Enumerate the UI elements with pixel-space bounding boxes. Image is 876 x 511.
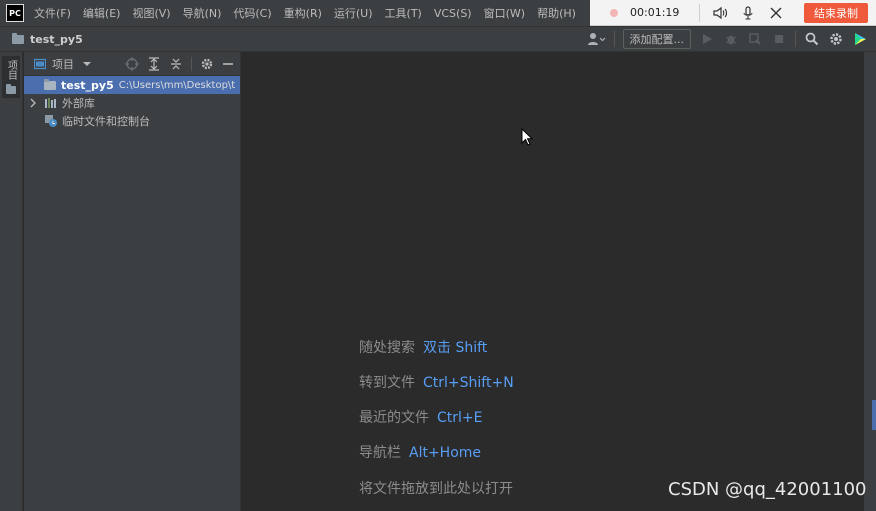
project-panel-actions bbox=[125, 56, 234, 71]
project-view-icon bbox=[34, 58, 46, 69]
toolbar-divider bbox=[613, 31, 615, 47]
tree-label-scratches: 临时文件和控制台 bbox=[62, 115, 150, 128]
tree-root-path: C:\Users\mm\Desktop\t bbox=[118, 79, 236, 91]
hide-panel-icon[interactable] bbox=[222, 58, 234, 70]
coverage-icon[interactable] bbox=[747, 31, 763, 47]
chevron-right-icon[interactable] bbox=[28, 98, 38, 108]
locate-icon[interactable] bbox=[125, 56, 139, 71]
gear-icon[interactable] bbox=[828, 31, 844, 47]
toolbar-divider bbox=[795, 31, 796, 47]
hint-label: 导航栏 bbox=[359, 445, 401, 461]
breadcrumb[interactable]: test_py5 bbox=[12, 32, 83, 46]
microphone-icon[interactable] bbox=[740, 5, 756, 21]
breadcrumb-project-name[interactable]: test_py5 bbox=[30, 33, 83, 46]
tree-row-external-libs[interactable]: 外部库 bbox=[24, 94, 240, 112]
project-tool-tab[interactable]: 项目 bbox=[2, 56, 20, 98]
header-divider bbox=[191, 56, 192, 71]
mouse-cursor-icon bbox=[521, 128, 533, 146]
recorder-divider bbox=[699, 3, 701, 22]
tree-row-scratches[interactable]: 临时文件和控制台 bbox=[24, 112, 240, 130]
menu-window[interactable]: 窗口(W) bbox=[484, 5, 525, 21]
user-icon[interactable] bbox=[586, 31, 606, 47]
menu-help[interactable]: 帮助(H) bbox=[537, 5, 576, 21]
left-tool-strip: 项目 bbox=[0, 52, 23, 511]
chevron-down-icon[interactable] bbox=[82, 59, 92, 69]
menu-tools[interactable]: 工具(T) bbox=[385, 5, 422, 21]
hint-label: 最近的文件 bbox=[359, 410, 429, 426]
project-panel: 项目 test_py5 C:\Users\mm\Desktop\t 外部库 临时… bbox=[24, 52, 240, 511]
menu-run[interactable]: 运行(U) bbox=[334, 5, 373, 21]
tree-root-row[interactable]: test_py5 C:\Users\mm\Desktop\t bbox=[24, 76, 240, 94]
toolbar-actions: 添加配置... bbox=[586, 29, 869, 49]
folder-icon bbox=[12, 32, 24, 44]
expand-all-icon[interactable] bbox=[147, 56, 161, 71]
tree-root-name: test_py5 bbox=[61, 78, 114, 92]
speaker-icon[interactable] bbox=[712, 5, 728, 21]
menu-vcs[interactable]: VCS(S) bbox=[434, 7, 472, 20]
hint-shortcut: Ctrl+E bbox=[437, 410, 483, 426]
screen-recorder-bar: 00:01:19 结束录制 bbox=[590, 0, 876, 26]
menu-view[interactable]: 视图(V) bbox=[132, 5, 170, 21]
menu-refactor[interactable]: 重构(R) bbox=[284, 5, 322, 21]
hint-drop-files: 将文件拖放到此处以打开 bbox=[359, 478, 513, 498]
collapse-all-icon[interactable] bbox=[169, 57, 183, 71]
end-recording-button[interactable]: 结束录制 bbox=[804, 2, 868, 23]
menu-code[interactable]: 代码(C) bbox=[233, 5, 271, 21]
hint-shortcut: Alt+Home bbox=[409, 445, 482, 461]
tree-label-external-libs: 外部库 bbox=[62, 97, 95, 110]
menu-edit[interactable]: 编辑(E) bbox=[83, 5, 121, 21]
folder-icon bbox=[44, 78, 56, 90]
right-strip-marker bbox=[872, 400, 876, 430]
project-panel-header: 项目 bbox=[24, 52, 240, 76]
hint-recent-files: 最近的文件 Ctrl+E bbox=[359, 407, 483, 427]
library-icon bbox=[45, 98, 56, 108]
jetbrains-toolbox-icon[interactable] bbox=[852, 31, 868, 47]
stop-icon[interactable] bbox=[771, 31, 787, 47]
project-panel-title[interactable]: 项目 bbox=[52, 56, 74, 72]
menu-file[interactable]: 文件(F) bbox=[34, 5, 71, 21]
close-icon[interactable] bbox=[768, 5, 784, 21]
search-icon[interactable] bbox=[804, 31, 820, 47]
recording-time: 00:01:19 bbox=[630, 6, 680, 19]
navigation-toolbar: test_py5 添加配置... bbox=[0, 26, 876, 52]
right-tool-strip bbox=[864, 52, 876, 511]
debug-icon[interactable] bbox=[723, 31, 739, 47]
hint-goto-file: 转到文件 Ctrl+Shift+N bbox=[359, 372, 514, 392]
menu-navigate[interactable]: 导航(N) bbox=[183, 5, 222, 21]
hint-label: 将文件拖放到此处以打开 bbox=[359, 481, 513, 497]
hint-search-everywhere: 随处搜索 双击 Shift bbox=[359, 337, 487, 357]
hint-navigation-bar: 导航栏 Alt+Home bbox=[359, 442, 481, 462]
hint-shortcut: 双击 Shift bbox=[423, 340, 488, 356]
scratches-console-icon bbox=[45, 115, 57, 127]
hint-label: 随处搜索 bbox=[359, 340, 415, 356]
gear-icon[interactable] bbox=[200, 57, 214, 71]
hint-label: 转到文件 bbox=[359, 375, 415, 391]
csdn-watermark: CSDN @qq_42001100 bbox=[668, 479, 867, 500]
hint-shortcut: Ctrl+Shift+N bbox=[423, 375, 514, 391]
folder-icon bbox=[6, 84, 16, 94]
pycharm-logo-icon: PC bbox=[6, 4, 24, 22]
add-configuration-button[interactable]: 添加配置... bbox=[622, 29, 691, 49]
project-tool-tab-label: 项目 bbox=[5, 60, 17, 80]
editor-area[interactable]: 随处搜索 双击 Shift 转到文件 Ctrl+Shift+N 最近的文件 Ctrl+… bbox=[240, 52, 864, 511]
recording-dot-icon bbox=[610, 8, 618, 17]
run-icon[interactable] bbox=[699, 31, 715, 47]
